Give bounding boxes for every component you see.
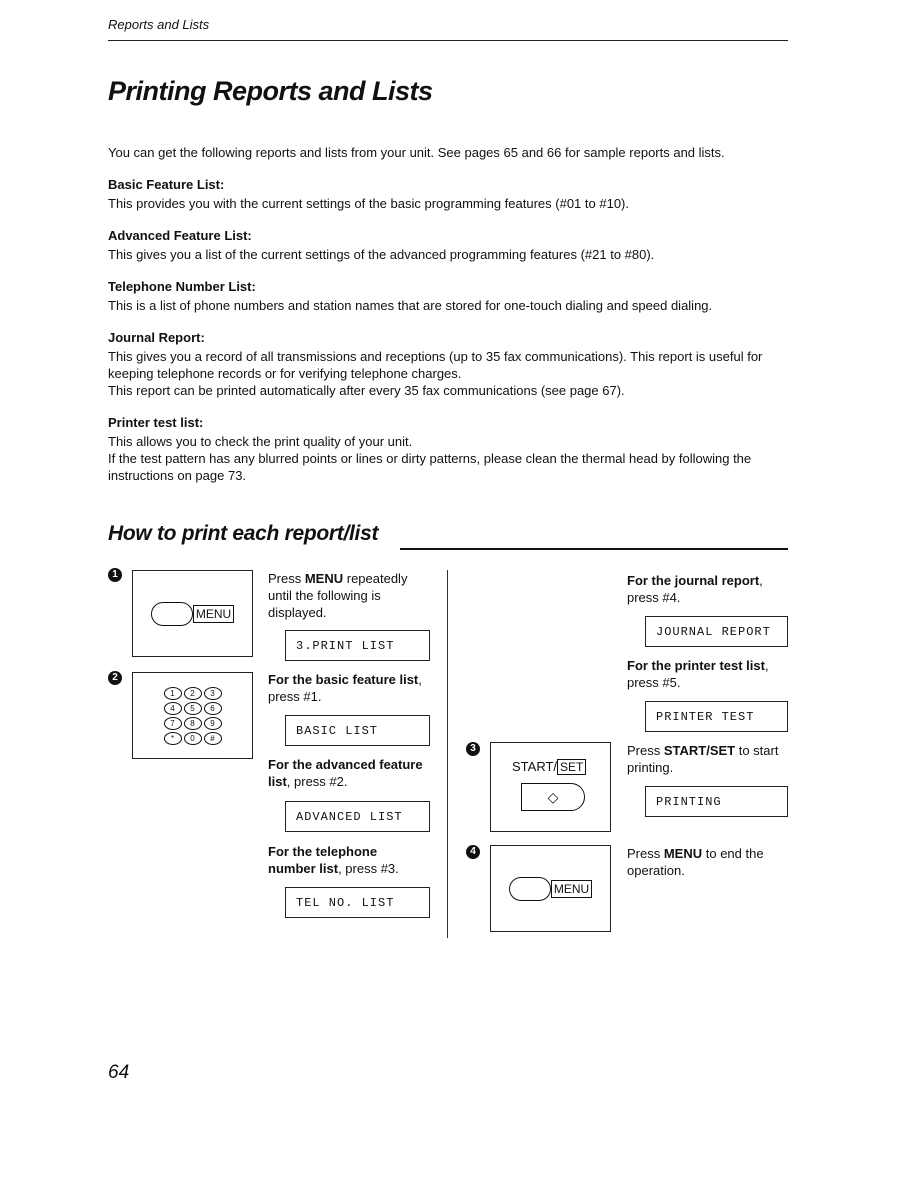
step-number: 2 bbox=[108, 671, 122, 685]
start-set-label: START/SET bbox=[512, 759, 587, 775]
menu-button-icon bbox=[508, 876, 551, 901]
section-heading: Advanced Feature List: bbox=[108, 228, 252, 243]
lcd-display: ADVANCED LIST bbox=[285, 801, 430, 832]
intro-text: You can get the following reports and li… bbox=[108, 145, 725, 160]
subheading-rule bbox=[400, 548, 788, 550]
step1-text: Press MENU repeatedly until the followin… bbox=[268, 571, 408, 620]
section-text: If the test pattern has any blurred poin… bbox=[108, 451, 752, 483]
section-text: This report can be printed automatically… bbox=[108, 383, 625, 398]
lcd-display: PRINTER TEST bbox=[645, 701, 788, 732]
manual-page: Reports and Lists Printing Reports and L… bbox=[0, 0, 918, 1188]
lcd-display: BASIC LIST bbox=[285, 715, 430, 746]
menu-key-illustration: MENU bbox=[132, 570, 253, 657]
printer-test-text: For the printer test list, press #5. bbox=[627, 658, 769, 690]
step3-text: Press START/SET to start printing. bbox=[627, 743, 779, 775]
section-heading: Journal Report: bbox=[108, 330, 205, 345]
start-set-illustration: START/SET ◇ bbox=[490, 742, 611, 832]
section-text: This allows you to check the print quali… bbox=[108, 434, 413, 449]
menu-key-illustration: MENU bbox=[490, 845, 611, 932]
section-heading: Printer test list: bbox=[108, 415, 204, 430]
step-number: 1 bbox=[108, 568, 122, 582]
section-heading: Basic Feature List: bbox=[108, 177, 225, 192]
keypad-illustration: 123 456 789 * 0 # bbox=[132, 672, 253, 759]
telephone-list-text: For the telephone number list, press #3. bbox=[268, 844, 399, 876]
menu-key-label: MENU bbox=[550, 879, 593, 898]
section-text: This gives you a list of the current set… bbox=[108, 247, 655, 262]
section-text: This gives you a record of all transmiss… bbox=[108, 349, 763, 381]
column-divider bbox=[447, 570, 448, 938]
section-text: This provides you with the current setti… bbox=[108, 196, 629, 211]
section-heading: Telephone Number List: bbox=[108, 279, 256, 294]
step-number: 4 bbox=[466, 845, 480, 859]
lcd-display: JOURNAL REPORT bbox=[645, 616, 788, 647]
lcd-display: 3.PRINT LIST bbox=[285, 630, 430, 661]
journal-text: For the journal report, press #4. bbox=[627, 573, 763, 605]
step4-text: Press MENU to end the operation. bbox=[627, 846, 764, 878]
menu-key-label: MENU bbox=[192, 604, 235, 623]
header-rule bbox=[108, 40, 788, 41]
basic-list-text: For the basic feature list, press #1. bbox=[268, 672, 422, 704]
section-text: This is a list of phone numbers and stat… bbox=[108, 298, 713, 313]
keypad-icon: 123 456 789 * 0 # bbox=[163, 686, 222, 745]
running-header: Reports and Lists bbox=[108, 17, 210, 32]
step-number: 3 bbox=[466, 742, 480, 756]
start-button-icon: ◇ bbox=[521, 783, 585, 811]
subheading: How to print each report/list bbox=[108, 522, 379, 545]
page-number: 64 bbox=[108, 1062, 130, 1083]
menu-button-icon bbox=[150, 601, 193, 626]
page-title: Printing Reports and Lists bbox=[108, 76, 433, 106]
lcd-display: TEL NO. LIST bbox=[285, 887, 430, 918]
advanced-list-text: For the advanced feature list, press #2. bbox=[268, 757, 423, 789]
lcd-display: PRINTING bbox=[645, 786, 788, 817]
